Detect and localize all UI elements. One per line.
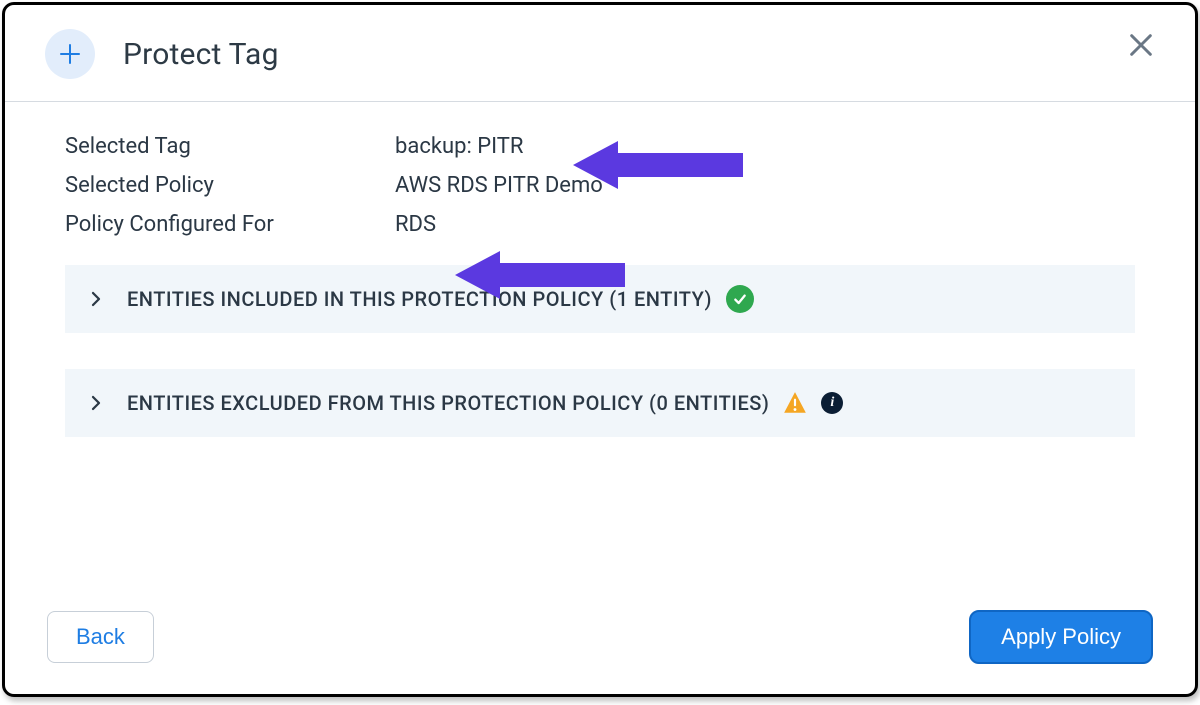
dialog-frame: Protect Tag Selected Tag backup: PITR Se… [2,2,1198,697]
dialog-footer: Back Apply Policy [5,586,1195,694]
entities-excluded-label: ENTITIES EXCLUDED FROM THIS PROTECTION P… [127,391,769,415]
close-button[interactable] [1127,31,1155,59]
dialog-header: Protect Tag [5,5,1195,102]
chevron-right-icon [87,290,105,308]
apply-policy-button[interactable]: Apply Policy [969,610,1153,664]
selected-policy-value: AWS RDS PITR Demo [395,173,603,198]
policy-configured-row: Policy Configured For RDS [65,212,1135,237]
plus-icon [45,29,95,79]
chevron-right-icon [87,394,105,412]
selected-policy-row: Selected Policy AWS RDS PITR Demo [65,173,1135,198]
selected-policy-label: Selected Policy [65,173,395,198]
info-icon[interactable]: i [821,392,843,414]
dialog-title: Protect Tag [123,37,279,72]
policy-configured-label: Policy Configured For [65,212,395,237]
selected-tag-value: backup: PITR [395,134,524,159]
entities-included-panel[interactable]: ENTITIES INCLUDED IN THIS PROTECTION POL… [65,265,1135,333]
policy-configured-value: RDS [395,212,436,237]
entities-included-label: ENTITIES INCLUDED IN THIS PROTECTION POL… [127,287,712,311]
back-button[interactable]: Back [47,611,154,663]
entities-excluded-panel[interactable]: ENTITIES EXCLUDED FROM THIS PROTECTION P… [65,369,1135,437]
warning-icon [781,389,809,417]
status-success-icon [726,285,754,313]
selected-tag-row: Selected Tag backup: PITR [65,134,1135,159]
selected-tag-label: Selected Tag [65,134,395,159]
dialog-body: Selected Tag backup: PITR Selected Polic… [5,102,1195,437]
